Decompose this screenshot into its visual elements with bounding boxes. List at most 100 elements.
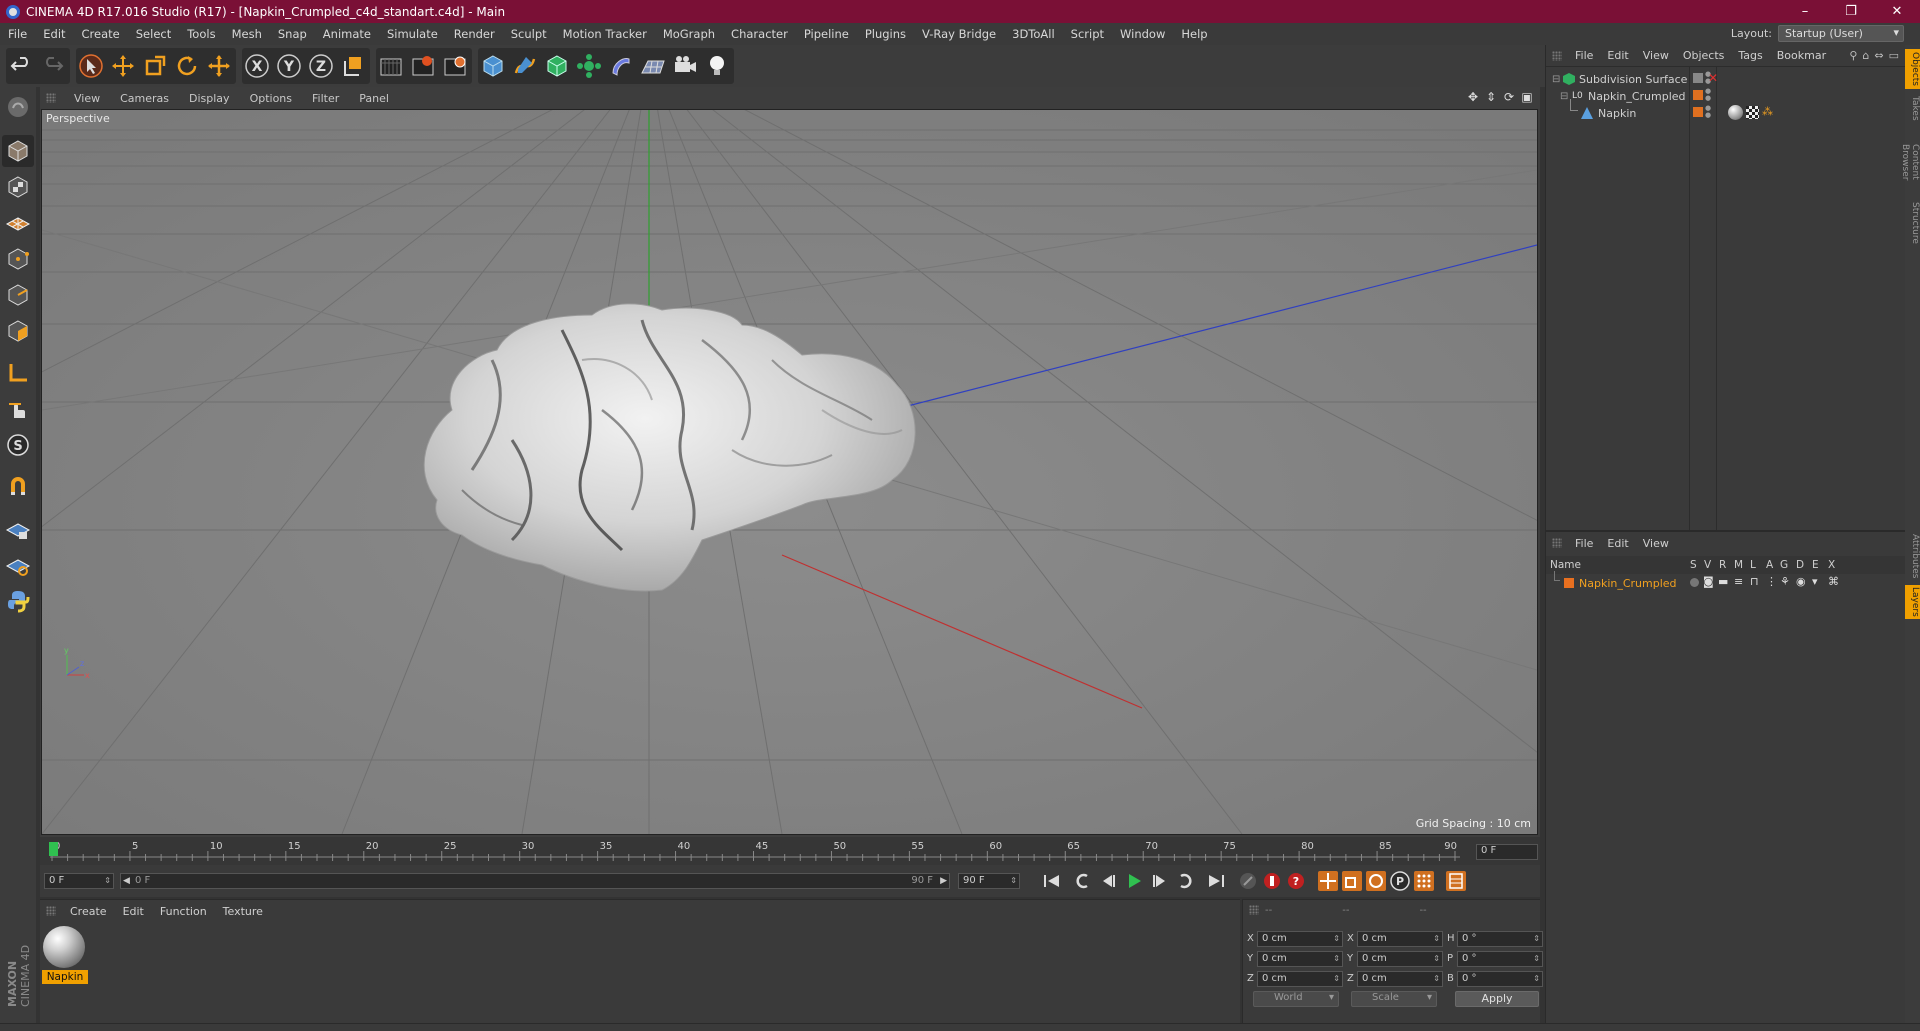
vp-menu-options[interactable]: Options [240,92,302,105]
end-frame-field[interactable]: 90 F ⇕ [958,873,1020,889]
material-swatch[interactable]: Napkin [42,926,88,984]
next-frame-icon[interactable] [1148,870,1172,892]
render-toggle-icon[interactable]: ▬ [1718,575,1728,588]
timeline-ruler[interactable]: 051015202530354045505560657075808590 0 F [40,837,1540,865]
make-editable-icon[interactable] [2,91,34,123]
spin-arrows-icon[interactable]: ⇕ [1333,952,1340,966]
tab-takes[interactable]: Takes [1905,93,1920,123]
menu-render[interactable]: Render [446,23,503,45]
model-mode-icon[interactable] [2,135,34,167]
material-tag-icon[interactable] [1728,105,1743,120]
key-pla-icon[interactable] [1412,870,1436,892]
rotation-b-field[interactable]: 0 ° ⇕ [1457,970,1543,987]
spin-arrows-icon[interactable]: ⇕ [1433,972,1440,986]
next-key-icon[interactable] [1174,870,1198,892]
light-icon[interactable] [702,50,732,82]
position-x-field[interactable]: 0 cm ⇕ [1257,930,1343,947]
generator-toggle-icon[interactable]: ⚘ [1780,575,1790,588]
disabled-check-icon[interactable]: ✕ [1708,71,1718,85]
menu-snap[interactable]: Snap [270,23,315,45]
current-frame-field[interactable]: 0 F [1476,844,1538,860]
menu-sculpt[interactable]: Sculpt [503,23,555,45]
orbit-icon[interactable]: ⟳ [1502,90,1516,104]
polygons-mode-icon[interactable] [2,315,34,347]
cube-icon[interactable] [478,50,508,82]
xref-toggle-icon[interactable]: ⌘ [1828,575,1839,588]
lm-menu-edit[interactable]: Edit [1600,537,1635,550]
previous-frame-icon[interactable] [1096,870,1120,892]
menu-script[interactable]: Script [1063,23,1112,45]
coord-scale-dropdown[interactable]: Scale [1351,991,1437,1007]
key-parameter-icon[interactable]: P [1388,870,1412,892]
floor-icon[interactable] [638,50,668,82]
x-axis-icon[interactable]: X [242,50,272,82]
z-axis-icon[interactable]: Z [306,50,336,82]
apply-button[interactable]: Apply [1455,991,1539,1007]
perspective-viewport[interactable]: y x z Perspective Grid Spacing : 10 cm [41,109,1538,835]
panel-grip-icon[interactable] [1552,538,1562,548]
spin-arrows-icon[interactable]: ⇕ [1433,932,1440,946]
transform-icon[interactable] [204,50,234,82]
timeline-window-icon[interactable] [1444,870,1468,892]
spin-arrows-icon[interactable]: ⇕ [1010,874,1017,888]
solo-toggle-icon[interactable] [1690,578,1699,587]
mat-menu-create[interactable]: Create [62,905,115,918]
tab-objects[interactable]: Objects [1905,49,1920,89]
spin-arrows-icon[interactable]: ⇕ [104,874,111,888]
play-icon[interactable] [1122,870,1146,892]
render-view-icon[interactable] [376,50,406,82]
dolly-icon[interactable]: ⇕ [1484,90,1498,104]
scale-icon[interactable] [140,50,170,82]
points-mode-icon[interactable] [2,243,34,275]
workplane-icon[interactable] [2,207,34,239]
home-icon[interactable]: ⌂ [1862,49,1869,62]
menu-file[interactable]: File [0,23,35,45]
autokey-icon[interactable]: ? [1284,870,1308,892]
move-icon[interactable] [108,50,138,82]
spin-arrows-icon[interactable]: ⇕ [1533,972,1540,986]
menu-window[interactable]: Window [1112,23,1173,45]
minimize-button[interactable]: – [1782,0,1828,23]
om-menu-objects[interactable]: Objects [1676,49,1732,62]
lock-icon[interactable]: ⊓ [1750,575,1759,588]
menu-plugins[interactable]: Plugins [857,23,914,45]
mat-menu-function[interactable]: Function [152,905,215,918]
menu-mograph[interactable]: MoGraph [655,23,723,45]
spin-arrows-icon[interactable]: ⇕ [1533,932,1540,946]
om-menu-bookmarks[interactable]: Bookmar [1770,49,1833,62]
undo-icon[interactable] [6,50,36,82]
object-row-napkin[interactable]: Napkin ● ● ⁂ [1546,99,1906,123]
manager-toggle-icon[interactable]: ≡ [1734,575,1743,588]
key-position-icon[interactable] [1316,870,1340,892]
spin-arrows-icon[interactable]: ⇕ [1333,972,1340,986]
go-to-end-icon[interactable] [1204,870,1228,892]
layer-swatch[interactable] [1693,107,1703,117]
key-scale-icon[interactable] [1340,870,1364,892]
deformer-icon[interactable] [606,50,636,82]
menu-mesh[interactable]: Mesh [224,23,270,45]
start-frame-field[interactable]: 0 F ⇕ [44,873,114,889]
tab-structure[interactable]: Structure [1905,201,1920,245]
subdivision-icon[interactable] [542,50,572,82]
lm-menu-view[interactable]: View [1636,537,1676,550]
mograph-icon[interactable] [574,50,604,82]
redo-icon[interactable] [38,50,68,82]
menu-vray-bridge[interactable]: V-Ray Bridge [914,23,1004,45]
menu-animate[interactable]: Animate [315,23,379,45]
menu-create[interactable]: Create [74,23,128,45]
size-z-field[interactable]: 0 cm ⇕ [1357,970,1443,987]
restore-button[interactable]: ❐ [1828,0,1874,23]
y-axis-icon[interactable]: Y [274,50,304,82]
vp-menu-cameras[interactable]: Cameras [110,92,179,105]
edges-mode-icon[interactable] [2,279,34,311]
mat-menu-texture[interactable]: Texture [215,905,271,918]
position-y-field[interactable]: 0 cm ⇕ [1257,950,1343,967]
planar-workplane-icon[interactable] [2,549,34,581]
animation-toggle-icon[interactable]: ⋮ [1766,575,1777,588]
range-right-handle-icon[interactable]: ▶ [940,876,947,886]
menu-pipeline[interactable]: Pipeline [796,23,857,45]
layer-swatch[interactable] [1693,90,1703,100]
menu-edit[interactable]: Edit [35,23,73,45]
vp-menu-filter[interactable]: Filter [302,92,349,105]
link-icon[interactable]: ⇔ [1874,49,1883,62]
